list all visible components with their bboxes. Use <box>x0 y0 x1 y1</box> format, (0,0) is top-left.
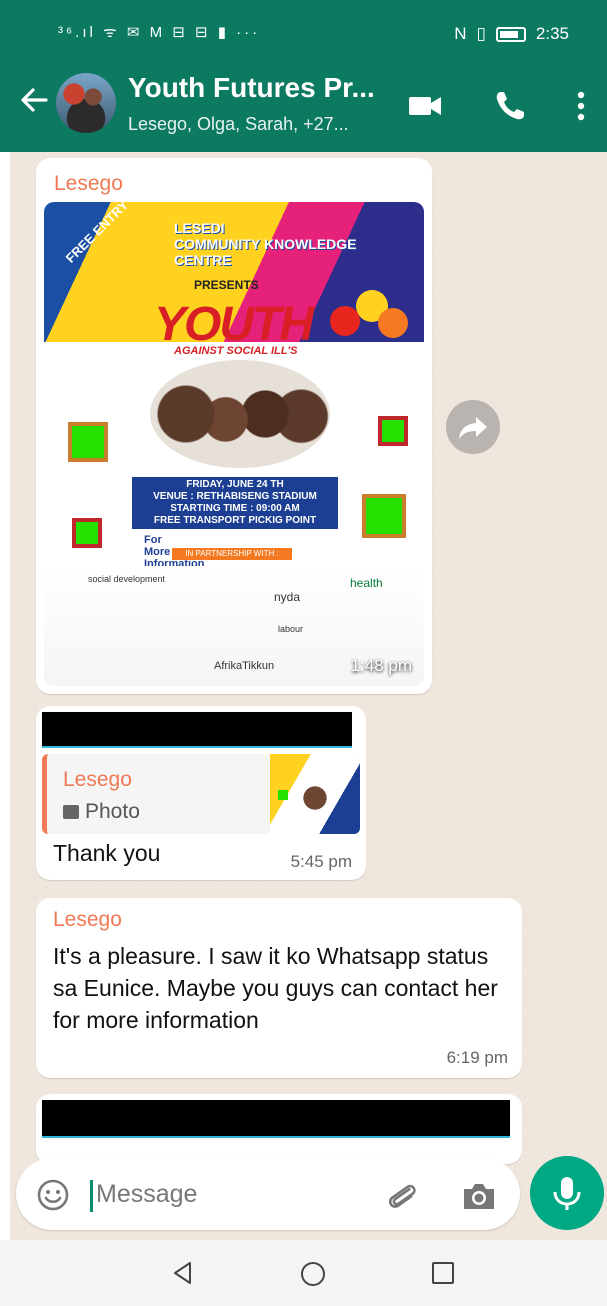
system-navigation-bar <box>0 1240 607 1306</box>
quoted-thumbnail <box>270 754 360 834</box>
message-sender: Lesego <box>54 172 123 195</box>
redacted-sender <box>42 1100 510 1138</box>
message-text: It's a pleasure. I saw it ko Whatsapp st… <box>53 943 498 1033</box>
video-call-icon[interactable] <box>405 86 445 126</box>
battery-icon <box>495 26 526 42</box>
poster-photo <box>150 360 330 468</box>
text-message-bubble[interactable]: Lesego It's a pleasure. I saw it ko What… <box>36 898 522 1078</box>
green-square-marker <box>72 518 102 548</box>
poster-headline: YOUTH <box>154 298 314 351</box>
message-time: 6:19 pm <box>446 1048 508 1067</box>
quoted-type: Photo <box>63 800 140 824</box>
poster-event-details: FRIDAY, JUNE 24 TH VENUE : RETHABISENG S… <box>132 477 338 529</box>
chat-participants[interactable]: Lesego, Olga, Sarah, +27... <box>128 114 349 135</box>
more-options-icon[interactable] <box>566 86 596 126</box>
group-avatar[interactable] <box>56 73 116 133</box>
nav-recents-icon[interactable] <box>430 1260 456 1286</box>
message-input[interactable]: Message <box>96 1180 197 1209</box>
green-square-marker <box>378 416 408 446</box>
microphone-icon[interactable] <box>530 1156 604 1230</box>
reply-message-bubble[interactable]: Lesego Photo Thank you 5:45 pm <box>36 706 366 880</box>
nfc-icon: N <box>454 24 467 43</box>
emoji-icon[interactable] <box>36 1178 70 1212</box>
poster-tagline: AGAINST SOCIAL ILL'S <box>174 345 298 357</box>
text-cursor <box>90 1180 93 1212</box>
event-poster-image[interactable]: FREE ENTRY LESEDI COMMUNITY KNOWLEDGE CE… <box>44 202 424 686</box>
green-square-marker <box>68 422 108 462</box>
message-time: 1:48 pm <box>350 656 412 675</box>
status-right: N ▯ 2:35 <box>454 24 569 44</box>
logo-social-development: social development <box>88 574 166 584</box>
phone-call-icon[interactable] <box>490 86 530 126</box>
image-message-bubble[interactable]: Lesego FREE ENTRY LESEDI COMMUNITY KNOWL… <box>36 158 432 694</box>
status-bar: ³⁶.ıl ᯤ ✉ M ⊟ ⊟ ▮ ··· N ▯ 2:35 <box>0 0 607 56</box>
poster-decor-circle <box>378 308 408 338</box>
status-time: 2:35 <box>535 24 569 43</box>
poster-partnership: IN PARTNERSHIP WITH : <box>172 548 292 560</box>
redacted-sender <box>42 712 352 748</box>
chat-area[interactable]: Lesego FREE ENTRY LESEDI COMMUNITY KNOWL… <box>10 152 607 1240</box>
message-composer[interactable]: Message <box>16 1158 520 1230</box>
message-sender: Lesego <box>53 908 122 931</box>
back-arrow-icon[interactable] <box>18 84 50 116</box>
logo-health: health <box>350 576 383 590</box>
nav-home-icon[interactable] <box>299 1260 327 1288</box>
logo-nyda: nyda <box>274 590 301 604</box>
message-time: 5:45 pm <box>290 852 352 871</box>
partial-message-bubble[interactable] <box>36 1094 522 1164</box>
status-left-icons: ³⁶.ıl ᯤ ✉ M ⊟ ⊟ ▮ ··· <box>58 24 261 41</box>
poster-decor-circle <box>330 306 360 336</box>
poster-presents: PRESENTS <box>194 278 259 292</box>
paperclip-icon[interactable] <box>384 1178 420 1214</box>
message-text: Thank you <box>53 840 161 866</box>
chat-header: Youth Futures Pr... Lesego, Olga, Sarah,… <box>0 56 607 152</box>
nav-back-icon[interactable] <box>170 1260 196 1286</box>
chat-title[interactable]: Youth Futures Pr... <box>128 72 388 104</box>
vibrate-icon: ▯ <box>476 24 486 43</box>
poster-organisation: LESEDI COMMUNITY KNOWLEDGE CENTRE <box>174 220 357 268</box>
quoted-message[interactable]: Lesego Photo <box>42 754 360 834</box>
logo-afrikatikkun: AfrikaTikkun <box>214 660 275 672</box>
forward-icon[interactable] <box>446 400 500 454</box>
logo-labour: labour <box>278 624 304 634</box>
green-square-marker <box>362 494 406 538</box>
quoted-sender: Lesego <box>63 768 132 791</box>
camera-icon[interactable] <box>460 1178 498 1214</box>
photo-icon <box>63 805 79 819</box>
